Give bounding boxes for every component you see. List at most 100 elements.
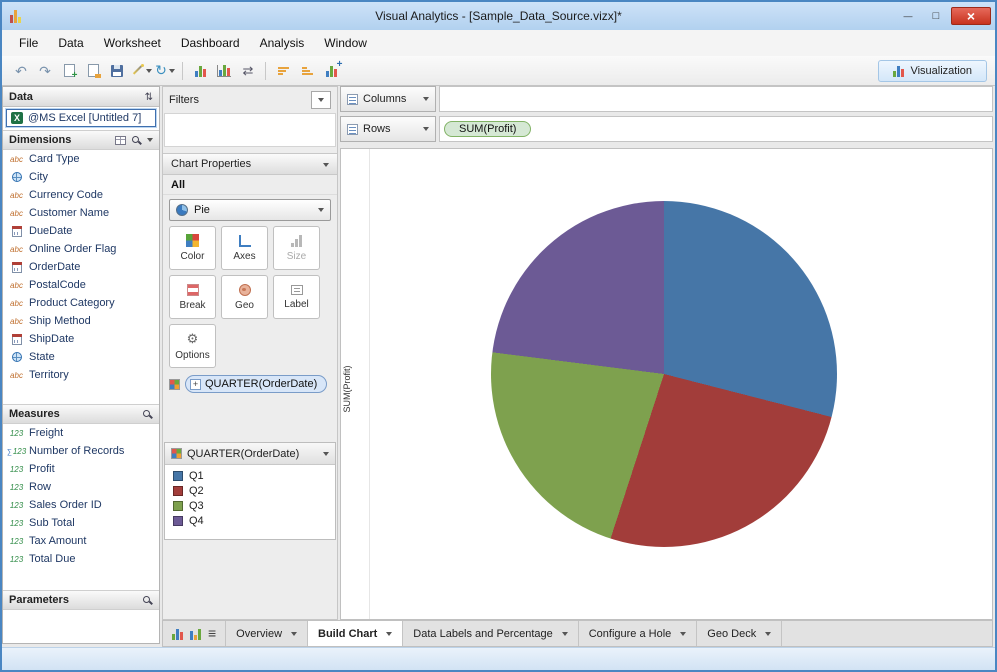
chart-type-select[interactable]: Pie (169, 199, 331, 221)
legend-header[interactable]: QUARTER(OrderDate) (165, 443, 335, 465)
redo-icon: ↷ (39, 62, 51, 79)
menu-window[interactable]: Window (315, 32, 376, 54)
tab-overview[interactable]: Overview (226, 621, 309, 646)
menu-file[interactable]: File (10, 32, 47, 54)
dimension-item[interactable]: Ship Method (3, 312, 159, 330)
measure-item[interactable]: Sales Order ID (3, 496, 159, 514)
save-button[interactable] (106, 59, 128, 83)
options-button[interactable]: Options (169, 324, 216, 368)
dimension-item[interactable]: Online Order Flag (3, 240, 159, 258)
filters-combo[interactable] (311, 91, 331, 109)
chart-properties-header[interactable]: Chart Properties (163, 153, 337, 175)
dimension-item[interactable]: Currency Code (3, 186, 159, 204)
swap-axes-button[interactable] (237, 59, 259, 83)
legend-item[interactable]: Q3 (173, 500, 327, 512)
data-source-item[interactable]: @MS Excel [Untitled 7] (5, 108, 157, 128)
redo-button[interactable]: ↷ (34, 59, 56, 83)
chevron-down-icon[interactable] (147, 138, 153, 142)
dimension-item[interactable]: ShipDate (3, 330, 159, 348)
dimension-item[interactable]: Product Category (3, 294, 159, 312)
filters-dropzone[interactable] (164, 113, 336, 147)
tab-configure-hole[interactable]: Configure a Hole (579, 621, 698, 646)
color-binding-chip[interactable]: QUARTER(OrderDate) (185, 375, 328, 393)
dimension-item[interactable]: State (3, 348, 159, 366)
undo-button[interactable]: ↶ (10, 59, 32, 83)
break-button[interactable]: Break (169, 275, 216, 319)
measure-item[interactable]: Sub Total (3, 514, 159, 532)
chart-axes-button[interactable] (213, 59, 235, 83)
dimension-item[interactable]: Card Type (3, 150, 159, 168)
geo-icon (238, 283, 251, 296)
measure-item[interactable]: Freight (3, 424, 159, 442)
geo-button[interactable]: Geo (221, 275, 268, 319)
dimension-item[interactable]: OrderDate (3, 258, 159, 276)
chevron-down-icon (291, 631, 298, 636)
measure-item[interactable]: Row (3, 478, 159, 496)
rows-field-chip[interactable]: SUM(Profit) (444, 121, 532, 137)
tab-geo-deck[interactable]: Geo Deck (697, 621, 783, 646)
dimension-item[interactable]: Customer Name (3, 204, 159, 222)
search-icon[interactable] (131, 135, 142, 146)
legend-item[interactable]: Q2 (173, 485, 327, 497)
abc-icon (7, 297, 26, 309)
rows-shelf-button[interactable]: Rows (340, 116, 436, 142)
y-axis-label: SUM(Profit) (342, 365, 352, 413)
open-button[interactable] (82, 59, 104, 83)
chart-button[interactable] (189, 59, 211, 83)
dimension-item[interactable]: City (3, 168, 159, 186)
menu-data[interactable]: Data (49, 32, 92, 54)
expand-icon[interactable] (190, 378, 201, 390)
chevron-down-icon (323, 163, 329, 167)
measure-item[interactable]: Tax Amount (3, 532, 159, 550)
refresh-button[interactable] (154, 59, 176, 83)
break-icon (186, 283, 199, 296)
columns-shelf-button[interactable]: Columns (340, 86, 436, 112)
search-icon[interactable] (142, 409, 153, 420)
tab-data-labels[interactable]: Data Labels and Percentage (403, 621, 579, 646)
visualization-button[interactable]: Visualization (878, 59, 987, 82)
sheet-tabbar: Overview Build Chart Data Labels and Per… (162, 620, 993, 647)
search-icon[interactable] (142, 595, 153, 606)
visualization-label: Visualization (910, 64, 972, 77)
menu-dashboard[interactable]: Dashboard (172, 32, 249, 54)
data-panel-header: Data (3, 87, 159, 107)
reorder-icon[interactable] (145, 91, 153, 103)
chart-list-icon[interactable] (190, 628, 201, 640)
measure-item[interactable]: Total Due (3, 550, 159, 568)
new-sheet-button[interactable] (58, 59, 80, 83)
dimension-item[interactable]: PostalCode (3, 276, 159, 294)
pie-chart[interactable] (491, 201, 837, 547)
axes-button[interactable]: Axes (221, 226, 268, 270)
menubar: File Data Worksheet Dashboard Analysis W… (2, 30, 995, 56)
legend-item[interactable]: Q1 (173, 470, 327, 482)
sort-ascending-button[interactable] (296, 59, 318, 83)
add-chart-button[interactable] (320, 59, 342, 83)
measure-item[interactable]: Profit (3, 460, 159, 478)
parameters-header: Parameters (3, 590, 159, 610)
chart-canvas[interactable]: SUM(Profit) (340, 148, 993, 620)
close-button[interactable] (951, 7, 991, 25)
rows-dropzone[interactable]: SUM(Profit) (439, 116, 993, 142)
sort-descending-button[interactable] (272, 59, 294, 83)
columns-dropzone[interactable] (439, 86, 993, 112)
wand-button[interactable] (130, 59, 152, 83)
abc-icon (7, 243, 26, 255)
dimension-item[interactable]: DueDate (3, 222, 159, 240)
dimension-item[interactable]: Territory (3, 366, 159, 384)
size-button: Size (273, 226, 320, 270)
chevron-down-icon (323, 451, 329, 456)
maximize-button[interactable] (923, 7, 949, 25)
menu-worksheet[interactable]: Worksheet (95, 32, 170, 54)
wand-icon (131, 64, 144, 77)
table-view-icon[interactable] (115, 135, 126, 145)
minimize-button[interactable] (895, 7, 921, 25)
menu-analysis[interactable]: Analysis (251, 32, 314, 54)
legend-item[interactable]: Q4 (173, 515, 327, 527)
list-menu-icon[interactable] (208, 625, 216, 643)
new-chart-icon[interactable] (172, 628, 183, 640)
measure-item[interactable]: Number of Records (3, 442, 159, 460)
color-button[interactable]: Color (169, 226, 216, 270)
label-button[interactable]: Label (273, 275, 320, 319)
tab-build-chart[interactable]: Build Chart (308, 621, 404, 646)
dimensions-header: Dimensions (3, 130, 159, 150)
